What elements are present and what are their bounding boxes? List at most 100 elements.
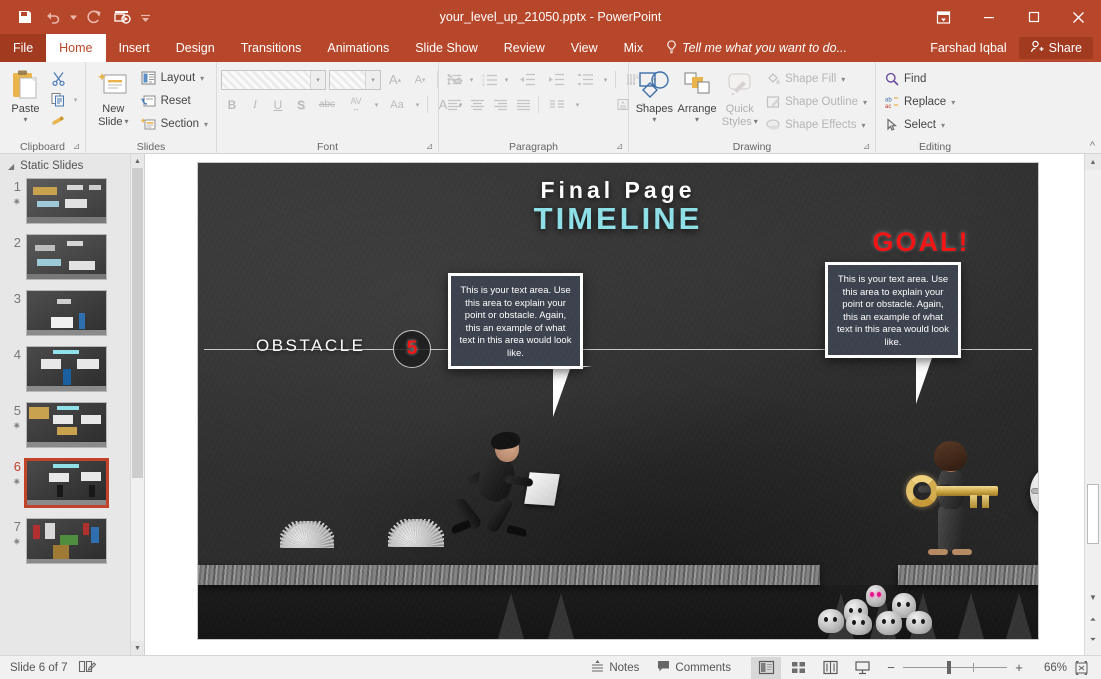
animation-star-icon[interactable]: ✷: [0, 476, 21, 490]
format-painter-button[interactable]: [47, 110, 69, 131]
increase-indent-button[interactable]: [542, 69, 570, 90]
chevron-down-icon[interactable]: ▾: [695, 114, 699, 126]
scroll-down-icon[interactable]: ▼: [1085, 590, 1101, 605]
chevron-down-icon[interactable]: ▾: [572, 94, 583, 115]
obstacle-number-node[interactable]: 5: [393, 330, 431, 368]
notes-button[interactable]: Notes: [583, 657, 647, 679]
tab-design[interactable]: Design: [163, 34, 228, 62]
thumbnail-slide-3[interactable]: 3: [0, 290, 144, 346]
chevron-down-icon[interactable]: [68, 5, 79, 29]
slide-editing-surface[interactable]: OBSTACLE 5 Final Page TIMELINE GOAL! Thi…: [198, 163, 1038, 639]
select-button[interactable]: Select ▾: [880, 114, 990, 136]
layout-button[interactable]: Layout ▾: [137, 67, 212, 89]
thumbnail-image[interactable]: [26, 178, 107, 224]
chevron-down-icon[interactable]: ▾: [862, 121, 866, 130]
customize-qat-icon[interactable]: [137, 5, 153, 29]
chevron-down-icon[interactable]: ▾: [652, 114, 656, 126]
justify-button[interactable]: [512, 94, 534, 115]
thumbnail-image[interactable]: [26, 518, 107, 564]
collapse-triangle-icon[interactable]: ◢: [8, 162, 14, 171]
chevron-down-icon[interactable]: ▾: [466, 69, 477, 90]
save-icon[interactable]: [12, 5, 38, 29]
comments-button[interactable]: Comments: [649, 657, 739, 679]
font-dialog-launcher[interactable]: ⊿: [424, 141, 435, 152]
chevron-down-icon[interactable]: ▾: [125, 116, 129, 128]
animation-star-icon[interactable]: ✷: [0, 536, 21, 550]
text-shadow-button[interactable]: S: [290, 94, 312, 115]
italic-button[interactable]: I: [244, 94, 266, 115]
shape-fill-button[interactable]: Shape Fill ▾: [761, 68, 871, 90]
zoom-in-button[interactable]: +: [1013, 660, 1025, 675]
chevron-down-icon[interactable]: ▾: [941, 121, 945, 130]
thumbnail-image[interactable]: [26, 402, 107, 448]
font-size-input[interactable]: ▾: [329, 70, 381, 90]
columns-button[interactable]: [543, 94, 571, 115]
new-slide-button[interactable]: New Slide ▾: [90, 65, 137, 128]
obstacle-label[interactable]: OBSTACLE: [256, 336, 365, 356]
chevron-down-icon[interactable]: ▾: [412, 94, 423, 115]
thumbnail-slide-1[interactable]: 1 ✷: [0, 178, 144, 234]
user-name[interactable]: Farshad Iqbal: [918, 41, 1018, 55]
chevron-down-icon[interactable]: ▾: [863, 98, 867, 107]
fit-slide-to-window-button[interactable]: [1069, 657, 1093, 679]
bullets-button[interactable]: [443, 69, 465, 90]
bold-button[interactable]: B: [221, 94, 243, 115]
increase-font-size-button[interactable]: A▴: [384, 69, 406, 90]
collapse-ribbon-button[interactable]: ^: [1090, 140, 1095, 152]
thumbnail-image[interactable]: [26, 290, 107, 336]
chevron-down-icon[interactable]: ▾: [204, 120, 208, 129]
copy-button[interactable]: [47, 89, 69, 110]
tab-file[interactable]: File: [0, 34, 46, 62]
next-slide-icon[interactable]: ⏷: [1085, 632, 1101, 647]
thumbnail-image-current[interactable]: [24, 458, 109, 508]
start-presentation-icon[interactable]: [109, 5, 135, 29]
minimize-button[interactable]: [966, 0, 1011, 34]
font-name-input[interactable]: ▾: [221, 70, 326, 90]
zoom-slider[interactable]: − +: [879, 660, 1031, 675]
chevron-down-icon[interactable]: ▾: [70, 89, 81, 110]
scrollbar-thumb[interactable]: [132, 168, 143, 478]
chevron-down-icon[interactable]: ▾: [600, 69, 611, 90]
shape-outline-button[interactable]: Shape Outline ▾: [761, 91, 871, 113]
strikethrough-button[interactable]: abc: [313, 94, 341, 115]
shape-effects-button[interactable]: Shape Effects ▾: [761, 114, 871, 136]
animation-star-icon[interactable]: ✷: [0, 196, 21, 210]
chevron-down-icon[interactable]: ▾: [200, 74, 204, 83]
decrease-indent-button[interactable]: [513, 69, 541, 90]
paste-button[interactable]: Paste ▾: [4, 65, 47, 126]
tab-insert[interactable]: Insert: [106, 34, 163, 62]
clipboard-dialog-launcher[interactable]: ⊿: [71, 141, 82, 152]
scroll-up-icon[interactable]: ▲: [1085, 154, 1101, 170]
chevron-down-icon[interactable]: ▾: [310, 71, 325, 89]
chevron-down-icon[interactable]: ▾: [841, 75, 845, 84]
change-case-button[interactable]: Aa: [383, 94, 411, 115]
thumbnail-slide-5[interactable]: 5 ✷: [0, 402, 144, 458]
numbering-button[interactable]: 123: [478, 69, 500, 90]
scrollbar-thumb[interactable]: [1087, 484, 1099, 544]
cut-button[interactable]: [47, 68, 69, 89]
tab-transitions[interactable]: Transitions: [228, 34, 315, 62]
ribbon-display-options-icon[interactable]: [921, 0, 966, 34]
tab-mix[interactable]: Mix: [611, 34, 656, 62]
character-spacing-button[interactable]: AV↔: [342, 94, 370, 115]
tab-animations[interactable]: Animations: [314, 34, 402, 62]
zoom-handle[interactable]: [947, 661, 951, 674]
canvas-vertical-scrollbar[interactable]: ▲ ▼ ⏶ ⏷: [1084, 154, 1101, 655]
tab-view[interactable]: View: [558, 34, 611, 62]
chevron-down-icon[interactable]: ▾: [754, 116, 758, 128]
align-left-button[interactable]: [443, 94, 465, 115]
previous-slide-icon[interactable]: ⏶: [1085, 612, 1101, 627]
callout-left[interactable]: This is your text area. Use this area to…: [448, 273, 583, 369]
slide-sorter-view-button[interactable]: [783, 657, 813, 679]
accessibility-icon[interactable]: [78, 659, 96, 677]
thumbnail-image[interactable]: [26, 346, 107, 392]
tab-review[interactable]: Review: [491, 34, 558, 62]
shapes-button[interactable]: Shapes ▾: [633, 65, 676, 126]
share-button[interactable]: Share: [1019, 37, 1093, 59]
close-button[interactable]: [1056, 0, 1101, 34]
reset-button[interactable]: Reset: [137, 90, 212, 112]
section-button[interactable]: Section ▾: [137, 113, 212, 135]
zoom-track[interactable]: [903, 667, 1007, 668]
section-header-static-slides[interactable]: ◢ Static Slides: [0, 154, 144, 176]
slide-show-view-button[interactable]: [847, 657, 877, 679]
